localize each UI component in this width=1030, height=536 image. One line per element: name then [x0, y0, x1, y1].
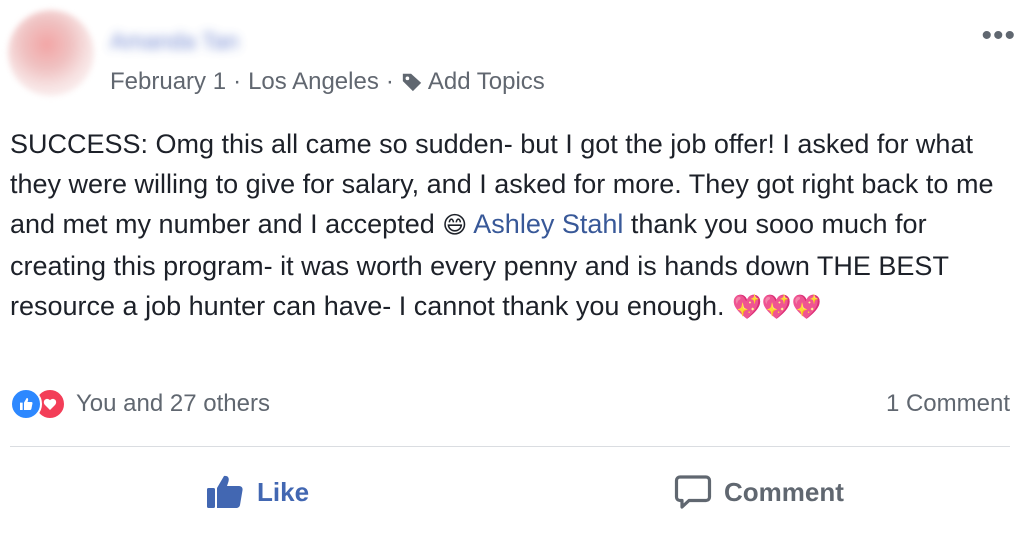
comment-bubble-icon	[674, 475, 712, 509]
like-button[interactable]: Like	[205, 470, 309, 514]
comment-button[interactable]: Comment	[674, 470, 844, 514]
avatar[interactable]	[8, 10, 94, 96]
post-location[interactable]: Los Angeles	[248, 68, 379, 96]
mention-link[interactable]: Ashley Stahl	[473, 209, 623, 239]
reactions-summary[interactable]: You and 27 others	[10, 388, 270, 420]
more-options-icon[interactable]: •••	[981, 21, 1016, 51]
post-meta: February 1 · Los Angeles · Add Topics	[110, 68, 545, 96]
like-reaction-icon	[10, 388, 42, 420]
comment-count-link[interactable]: 1 Comment	[886, 390, 1010, 418]
add-topics-link[interactable]: Add Topics	[428, 68, 545, 96]
divider	[10, 446, 1010, 447]
author-name[interactable]: Amanda Tan	[110, 28, 239, 58]
meta-separator: ·	[385, 68, 394, 95]
thumbs-up-icon	[207, 475, 243, 508]
comment-label: Comment	[724, 476, 844, 507]
like-label: Like	[257, 476, 310, 507]
post-date[interactable]: February 1	[110, 68, 226, 96]
meta-separator: ·	[233, 68, 242, 95]
tag-icon	[402, 73, 422, 92]
post-text: SUCCESS: Omg this all came so sudden- bu…	[10, 124, 1010, 327]
hearts-emoji: 💖💖💖	[732, 292, 822, 321]
reactions-text[interactable]: You and 27 others	[76, 390, 270, 418]
smile-emoji: 😄	[442, 211, 468, 240]
